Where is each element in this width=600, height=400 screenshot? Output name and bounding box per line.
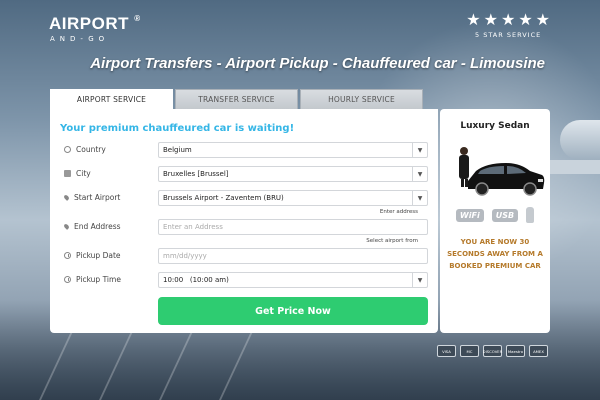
promo-message: YOU ARE NOW 30 SECONDS AWAY FROM A BOOKE… bbox=[447, 238, 543, 270]
end-address-placeholder: Enter an Address bbox=[163, 223, 223, 231]
end-address-input[interactable]: Enter an Address bbox=[158, 219, 428, 235]
airplane-image bbox=[560, 120, 600, 160]
star-icon: ★ bbox=[466, 10, 481, 29]
pickup-date-input[interactable]: mm/dd/yyyy bbox=[158, 248, 428, 264]
city-select[interactable]: Bruxelles [Brussel] ▼ bbox=[158, 166, 428, 182]
discover-icon: DISCOVER bbox=[483, 345, 502, 357]
country-select[interactable]: Belgium ▼ bbox=[158, 142, 428, 158]
start-airport-value: Brussels Airport - Zaventem (BRU) bbox=[163, 194, 284, 202]
logo-subtext: AND-GO bbox=[50, 35, 110, 43]
country-value: Belgium bbox=[163, 146, 192, 154]
star-icon: ★ bbox=[500, 10, 516, 29]
page-headline: Airport Transfers - Airport Pickup - Cha… bbox=[90, 55, 545, 72]
tab-airport-service[interactable]: AIRPORT SERVICE bbox=[50, 89, 173, 109]
vehicle-title: Luxury Sedan bbox=[460, 121, 530, 131]
city-label-text: City bbox=[76, 169, 91, 178]
chevron-down-icon: ▼ bbox=[412, 273, 427, 287]
end-address-label-text: End Address bbox=[74, 222, 121, 231]
rating-label: 5 STAR SERVICE bbox=[475, 31, 542, 39]
sedan-image bbox=[459, 147, 545, 196]
usb-icon: USB bbox=[491, 208, 519, 222]
star-icon: ★ bbox=[535, 10, 550, 29]
clock-icon bbox=[64, 252, 71, 259]
service-tabs: AIRPORT SERVICE TRANSFER SERVICE HOURLY … bbox=[50, 89, 423, 109]
pickup-date-label: Pickup Date bbox=[64, 251, 121, 260]
logo[interactable]: AIRPORT ® AND-GO bbox=[49, 14, 141, 43]
tab-transfer-service[interactable]: TRANSFER SERVICE bbox=[175, 89, 298, 109]
wifi-icon: WiFi bbox=[455, 208, 484, 222]
vehicle-features: WiFi USB bbox=[440, 207, 550, 223]
vehicle-promo: Luxury Sedan WiFi USB YOU ARE NOW 30 SEC… bbox=[440, 109, 550, 333]
form-tagline: Your premium chauffeured car is waiting! bbox=[60, 123, 295, 134]
globe-icon bbox=[64, 146, 71, 153]
visa-icon: VISA bbox=[437, 345, 456, 357]
country-label-text: Country bbox=[76, 145, 106, 154]
get-price-button[interactable]: Get Price Now bbox=[158, 297, 428, 325]
pickup-time-select[interactable]: 10:00 (10:00 am) ▼ bbox=[158, 272, 428, 288]
chevron-down-icon: ▼ bbox=[412, 143, 427, 157]
pickup-date-placeholder: mm/dd/yyyy bbox=[163, 252, 207, 260]
booking-form: Your premium chauffeured car is waiting!… bbox=[50, 109, 438, 333]
pickup-time-value: 10:00 (10:00 am) bbox=[163, 276, 229, 284]
pickup-time-label-text: Pickup Time bbox=[76, 275, 121, 284]
select-airport-hint: Select airport from bbox=[366, 238, 418, 244]
country-label: Country bbox=[64, 145, 106, 154]
rating-badge: ★ ★ ★ ★ ★ 5 STAR SERVICE bbox=[466, 12, 550, 40]
tab-hourly-service[interactable]: HOURLY SERVICE bbox=[300, 89, 423, 109]
star-icon: ★ bbox=[518, 10, 533, 29]
payment-methods: VISA MC DISCOVER Maestro AMEX bbox=[437, 345, 548, 357]
registered-mark: ® bbox=[134, 14, 141, 23]
maestro-icon: Maestro bbox=[506, 345, 525, 357]
clock-icon bbox=[64, 276, 71, 283]
pickup-date-label-text: Pickup Date bbox=[76, 251, 121, 260]
star-icon: ★ bbox=[483, 10, 498, 29]
start-airport-label: Start Airport bbox=[63, 193, 121, 202]
start-airport-label-text: Start Airport bbox=[74, 193, 121, 202]
water-bottle-icon bbox=[526, 207, 535, 223]
city-value: Bruxelles [Brussel] bbox=[163, 170, 229, 178]
pin-icon bbox=[63, 194, 70, 201]
enter-address-hint: Enter address bbox=[379, 209, 418, 215]
logo-text: AIRPORT bbox=[49, 14, 129, 33]
building-icon bbox=[64, 170, 71, 177]
amex-icon: AMEX bbox=[529, 345, 548, 357]
end-address-label: End Address bbox=[63, 222, 121, 231]
start-airport-select[interactable]: Brussels Airport - Zaventem (BRU) ▼ bbox=[158, 190, 428, 206]
pickup-time-label: Pickup Time bbox=[64, 275, 121, 284]
chevron-down-icon: ▼ bbox=[412, 167, 427, 181]
city-label: City bbox=[64, 169, 91, 178]
chevron-down-icon: ▼ bbox=[412, 191, 427, 205]
mastercard-icon: MC bbox=[460, 345, 479, 357]
star-rating: ★ ★ ★ ★ ★ bbox=[466, 12, 550, 28]
pin-icon bbox=[63, 223, 70, 230]
